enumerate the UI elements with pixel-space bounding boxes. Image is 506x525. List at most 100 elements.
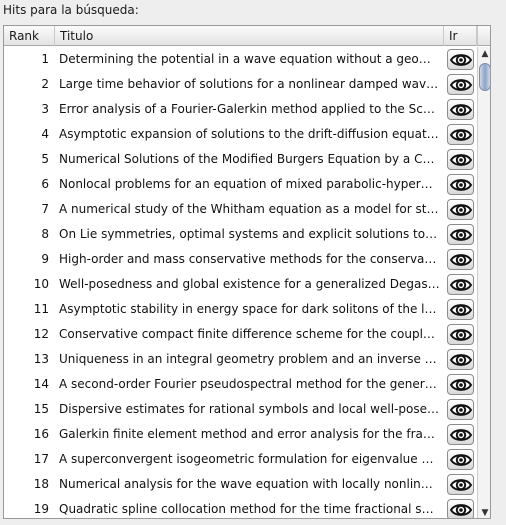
table-row[interactable]: 15 Dispersive estimates for rational symb… (4, 397, 477, 422)
table-row[interactable]: 10 Well-posedness and global existence fo… (4, 272, 477, 297)
rank-cell: 6 (41, 177, 49, 191)
table-row[interactable]: 5 Numerical Solutions of the Modified Bur… (4, 147, 477, 172)
go-cell (444, 297, 477, 322)
table-row[interactable]: 19 Quadratic spline collocation method fo… (4, 497, 477, 518)
header-corner (477, 26, 490, 46)
rank-cell: 16 (33, 427, 49, 441)
title-cell: Nonlocal problems for an equation of mix… (59, 177, 444, 191)
go-cell (444, 47, 477, 72)
eye-icon (449, 203, 472, 216)
rank-cell: 8 (41, 227, 49, 241)
view-button[interactable] (447, 424, 474, 445)
table-row[interactable]: 18 Numerical analysis for the wave equati… (4, 472, 477, 497)
table-row[interactable]: 17 A superconvergent isogeometric formula… (4, 447, 477, 472)
table-row[interactable]: 3 Error analysis of a Fourier-Galerkin me… (4, 97, 477, 122)
table-row[interactable]: 1 Determining the potential in a wave equ… (4, 47, 477, 72)
view-button[interactable] (447, 374, 474, 395)
table-row[interactable]: 13 Uniqueness in an integral geometry pro… (4, 347, 477, 372)
view-button[interactable] (447, 449, 474, 470)
title-cell: Conservative compact finite difference s… (59, 327, 444, 341)
table-row[interactable]: 8 On Lie symmetries, optimal systems and … (4, 222, 477, 247)
arrow-up-icon[interactable]: ▲ (478, 47, 490, 61)
scrollbar-thumb[interactable] (479, 63, 490, 91)
eye-icon (449, 103, 472, 116)
title-cell: Uniqueness in an integral geometry probl… (59, 352, 444, 366)
title-cell: Numerical Solutions of the Modified Burg… (59, 152, 444, 166)
title-cell: Asymptotic stability in energy space for… (59, 302, 444, 316)
view-button[interactable] (447, 474, 474, 495)
view-button[interactable] (447, 299, 474, 320)
table-row[interactable]: 2 Large time behavior of solutions for a … (4, 72, 477, 97)
rank-cell: 14 (33, 377, 49, 391)
view-button[interactable] (447, 74, 474, 95)
title-cell: Numerical analysis for the wave equation… (59, 477, 444, 491)
eye-icon (449, 53, 472, 66)
go-cell (444, 122, 477, 147)
title-cell: A numerical study of the Whitham equatio… (59, 202, 444, 216)
eye-icon (449, 303, 472, 316)
go-cell (444, 222, 477, 247)
view-button[interactable] (447, 324, 474, 345)
eye-icon (449, 78, 472, 91)
go-cell (444, 197, 477, 222)
view-button[interactable] (447, 224, 474, 245)
title-cell: Dispersive estimates for rational symbol… (59, 402, 444, 416)
table-row[interactable]: 12 Conservative compact finite difference… (4, 322, 477, 347)
go-cell (444, 347, 477, 372)
eye-icon (449, 278, 472, 291)
title-cell: Galerkin finite element method and error… (59, 427, 444, 441)
column-header-rank[interactable]: Rank (4, 26, 55, 46)
column-header-go[interactable]: Ir (444, 26, 477, 46)
title-cell: A superconvergent isogeometric formulati… (59, 452, 444, 466)
title-cell: Well-posedness and global existence for … (59, 277, 444, 291)
title-cell: Error analysis of a Fourier-Galerkin met… (59, 102, 444, 116)
rank-cell: 4 (41, 127, 49, 141)
eye-icon (449, 353, 472, 366)
view-button[interactable] (447, 399, 474, 420)
view-button[interactable] (447, 99, 474, 120)
rank-cell: 18 (33, 477, 49, 491)
vertical-scrollbar[interactable]: ▲ ▼ (477, 47, 490, 518)
view-button[interactable] (447, 199, 474, 220)
rank-cell: 15 (33, 402, 49, 416)
view-button[interactable] (447, 274, 474, 295)
go-cell (444, 272, 477, 297)
view-button[interactable] (447, 499, 474, 518)
table-header: Rank Titulo Ir (4, 26, 477, 46)
rank-cell: 3 (41, 102, 49, 116)
table-row[interactable]: 11 Asymptotic stability in energy space f… (4, 297, 477, 322)
eye-icon (449, 378, 472, 391)
table-row[interactable]: 7 A numerical study of the Whitham equati… (4, 197, 477, 222)
title-cell: On Lie symmetries, optimal systems and e… (59, 227, 444, 241)
title-cell: Quadratic spline collocation method for … (59, 502, 444, 516)
rank-cell: 11 (33, 302, 49, 316)
table-row[interactable]: 14 A second-order Fourier pseudospectral … (4, 372, 477, 397)
results-table: Rank Titulo Ir 1 Determining the potentia… (3, 25, 491, 519)
hits-label: Hits para la búsqueda: (3, 3, 139, 17)
view-button[interactable] (447, 149, 474, 170)
arrow-down-icon[interactable]: ▼ (478, 506, 490, 518)
rank-cell: 7 (41, 202, 49, 216)
view-button[interactable] (447, 174, 474, 195)
eye-icon (449, 428, 472, 441)
table-row[interactable]: 6 Nonlocal problems for an equation of mi… (4, 172, 477, 197)
rank-cell: 1 (41, 52, 49, 66)
column-header-title[interactable]: Titulo (55, 26, 444, 46)
table-row[interactable]: 9 High-order and mass conservative method… (4, 247, 477, 272)
view-button[interactable] (447, 49, 474, 70)
title-cell: Large time behavior of solutions for a n… (59, 77, 444, 91)
view-button[interactable] (447, 349, 474, 370)
view-button[interactable] (447, 249, 474, 270)
view-button[interactable] (447, 124, 474, 145)
go-cell (444, 472, 477, 497)
rank-cell: 5 (41, 152, 49, 166)
table-body: 1 Determining the potential in a wave equ… (4, 47, 477, 518)
rank-cell: 9 (41, 252, 49, 266)
title-cell: Asymptotic expansion of solutions to the… (59, 127, 444, 141)
rank-cell: 12 (33, 327, 49, 341)
rank-cell: 10 (33, 277, 49, 291)
table-row[interactable]: 16 Galerkin finite element method and err… (4, 422, 477, 447)
rank-cell: 13 (33, 352, 49, 366)
table-row[interactable]: 4 Asymptotic expansion of solutions to th… (4, 122, 477, 147)
go-cell (444, 397, 477, 422)
